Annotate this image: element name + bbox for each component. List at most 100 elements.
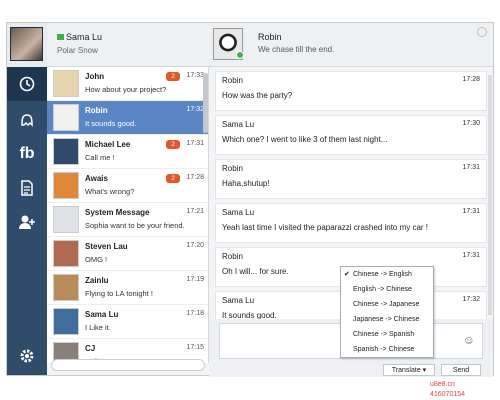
- contact-time: 17:32: [186, 106, 204, 113]
- online-status-icon: [236, 51, 244, 59]
- contact-name: System Message: [85, 208, 150, 217]
- contact-name: Awais: [85, 174, 108, 183]
- watermark-line1: u8e8.cn: [430, 381, 455, 388]
- settings-icon: [20, 349, 34, 363]
- translate-option[interactable]: Chinese -> Spanish: [341, 327, 433, 342]
- contact-time: 17:21: [186, 208, 204, 215]
- contact-last-message: Flying to LA tonight !: [85, 289, 153, 298]
- recent-chats-button[interactable]: [7, 67, 47, 101]
- action-bar: Translate ▾ Send: [209, 363, 493, 377]
- header-bar: Sama Lu Polar Snow Robin We chase till t…: [47, 23, 493, 67]
- status-flag-icon[interactable]: [57, 34, 64, 40]
- check-icon: ✔: [344, 271, 350, 278]
- chat-icon: [21, 114, 33, 127]
- message-bubble: Sama Lu 17:30 Which one? I went to like 3 …: [215, 115, 487, 155]
- peer-status: We chase till the end.: [258, 45, 335, 54]
- message-text: Yeah last time I visited the paparazzi c…: [222, 223, 429, 232]
- message-text: Which one? I went to like 3 of them last…: [222, 135, 388, 144]
- message-sender: Robin: [222, 76, 243, 85]
- contact-item[interactable]: Steven Lau OMG ! 17:20: [47, 237, 208, 271]
- contact-avatar: [53, 206, 79, 233]
- contact-last-message: I Like it.: [85, 323, 111, 332]
- search-input[interactable]: [51, 359, 205, 371]
- contacts-button[interactable]: [7, 103, 47, 137]
- contact-item[interactable]: Michael Lee Call me ! 2 17:31: [47, 135, 208, 169]
- add-user-icon: [19, 215, 35, 229]
- contact-time: 17:28: [186, 174, 204, 181]
- contact-avatar: [53, 172, 79, 199]
- contact-avatar: [53, 138, 79, 165]
- message-text: Oh I will... for sure.: [222, 267, 289, 276]
- contact-item[interactable]: System Message Sophia want to be your fri…: [47, 203, 208, 237]
- message-bubble: Sama Lu 17:31 Yeah last time I visited the…: [215, 203, 487, 243]
- contact-last-message: How about your project?: [85, 85, 167, 94]
- chevron-down-icon: ▾: [422, 367, 427, 374]
- message-time: 17:32: [462, 296, 480, 303]
- unread-badge: 2: [166, 72, 180, 81]
- contact-item[interactable]: Zainlu Flying to LA tonight ! 17:19: [47, 271, 208, 305]
- contact-name: Robin: [85, 106, 108, 115]
- translate-option[interactable]: Japanese -> Chinese: [341, 312, 433, 327]
- message-time: 17:31: [462, 164, 480, 171]
- add-friend-button[interactable]: [7, 205, 47, 239]
- contact-item[interactable]: Robin It sounds good. 17:32: [47, 101, 208, 135]
- message-bubble: Robin 17:31 Haha,shutup!: [215, 159, 487, 199]
- message-bubble: Robin 17:28 How was the party?: [215, 71, 487, 111]
- close-icon[interactable]: [477, 27, 487, 37]
- contact-time: 17:33: [186, 72, 204, 79]
- contact-time: 17:18: [186, 310, 204, 317]
- notes-button[interactable]: [7, 171, 47, 205]
- contact-last-message: Sophia want to be your friend.: [85, 221, 185, 230]
- left-rail: fb: [7, 23, 47, 375]
- my-name: Sama Lu: [66, 32, 103, 42]
- translate-button[interactable]: Translate ▾: [383, 364, 435, 376]
- contact-item[interactable]: John How about your project? 2 17:33: [47, 67, 208, 101]
- message-text: It sounds good.: [222, 311, 277, 319]
- peer-name: Robin: [258, 32, 282, 42]
- contact-last-message: It sounds good.: [85, 119, 137, 128]
- contact-avatar: [53, 240, 79, 267]
- message-sender: Robin: [222, 164, 243, 173]
- translate-option[interactable]: ✔ Chinese -> English: [341, 267, 433, 282]
- unread-badge: 2: [166, 140, 180, 149]
- contact-avatar: [53, 308, 79, 335]
- settings-button[interactable]: [7, 339, 47, 373]
- contact-name: CJ: [85, 344, 96, 353]
- message-time: 17:28: [462, 76, 480, 83]
- contact-last-message: What's wrong?: [85, 187, 135, 196]
- message-time: 17:30: [462, 120, 480, 127]
- contact-name: Steven Lau: [85, 242, 128, 251]
- contact-avatar: [53, 274, 79, 301]
- translate-option[interactable]: Spanish -> Chinese: [341, 342, 433, 357]
- emoji-icon[interactable]: ☺: [463, 333, 475, 347]
- contact-time: 17:31: [186, 140, 204, 147]
- my-avatar[interactable]: [10, 27, 43, 61]
- fb-icon: fb: [19, 145, 35, 162]
- list-scrollbar[interactable]: [203, 73, 208, 133]
- thread-scrollbar[interactable]: [488, 75, 492, 315]
- document-icon: [21, 180, 33, 196]
- translate-option[interactable]: English -> Chinese: [341, 282, 433, 297]
- contact-name: Sama Lu: [85, 310, 119, 319]
- message-sender: Robin: [222, 252, 243, 261]
- watermark-line2: 416070154: [430, 391, 466, 398]
- message-text: Haha,shutup!: [222, 179, 270, 188]
- contact-time: 17:19: [186, 276, 204, 283]
- translate-menu: ✔ Chinese -> English English -> Chinese Chi…: [340, 266, 434, 358]
- contact-item[interactable]: Awais What's wrong? 2 17:28: [47, 169, 208, 203]
- contact-last-message: OMG !: [85, 255, 108, 264]
- contact-last-message: Call me !: [85, 153, 115, 162]
- send-button[interactable]: Send: [441, 364, 481, 376]
- message-time: 17:31: [462, 208, 480, 215]
- translate-option[interactable]: Chinese -> Japanese: [341, 297, 433, 312]
- contact-item[interactable]: Sama Lu I Like it. 17:18: [47, 305, 208, 339]
- message-sender: Sama Lu: [222, 208, 255, 217]
- my-status[interactable]: Polar Snow: [57, 46, 98, 55]
- unread-badge: 2: [166, 174, 180, 183]
- message-sender: Sama Lu: [222, 296, 255, 305]
- contact-avatar: [53, 104, 79, 131]
- message-text: How was the party?: [222, 91, 293, 100]
- facebook-button[interactable]: fb: [7, 137, 47, 171]
- contact-name: John: [85, 72, 105, 81]
- conversation-list: John How about your project? 2 17:33 Robin It…: [47, 67, 209, 363]
